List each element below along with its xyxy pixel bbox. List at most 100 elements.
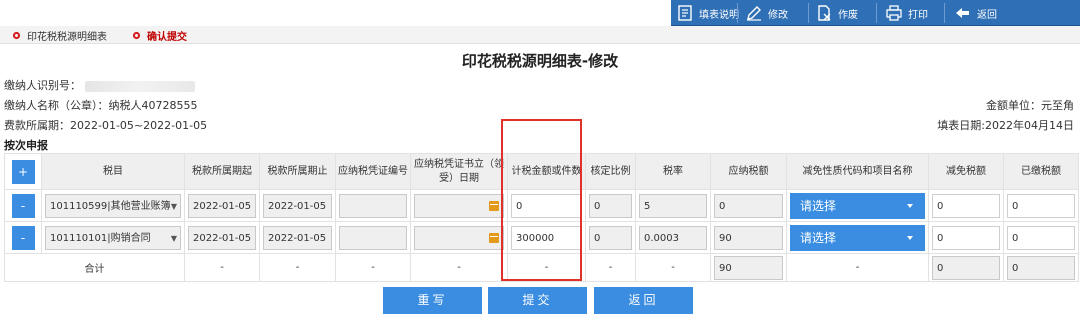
- instructions-button[interactable]: 填表说明: [676, 0, 739, 26]
- column-header: 应纳税凭证编号: [335, 153, 411, 190]
- caret-down-icon: [907, 203, 913, 208]
- void-button[interactable]: 作废: [815, 0, 858, 26]
- total-dash: -: [410, 253, 508, 282]
- start-cell: 2022-01-05: [184, 221, 260, 254]
- section-label: 按次申报: [4, 139, 48, 152]
- tax-period-label: 费款所属期：: [4, 119, 70, 132]
- issue-date-field[interactable]: [414, 193, 504, 218]
- fill-date: 填表日期:2022年04月14日: [937, 119, 1074, 132]
- back-label: 返回: [977, 9, 997, 21]
- highlight-box: [501, 119, 582, 281]
- return-button[interactable]: 返回: [594, 287, 693, 314]
- column-header: 税率: [635, 153, 711, 190]
- paid-amount-input[interactable]: 0: [1007, 193, 1075, 218]
- relief-cell: 请选择: [786, 221, 929, 254]
- instructions-label: 填表说明: [699, 9, 739, 21]
- voucher-cell: [335, 221, 411, 254]
- printer-icon: [886, 5, 902, 21]
- tab-label: 确认提交: [147, 31, 187, 43]
- tax-item-value: 101110101|购销合同: [50, 232, 151, 244]
- caret-down-icon: [907, 235, 913, 240]
- total-dash: -: [184, 253, 260, 282]
- rate-cell: 0.0003: [635, 221, 711, 254]
- reset-button[interactable]: 重写: [383, 287, 482, 314]
- rate-field: 5: [639, 193, 707, 218]
- tax-item-cell: 101110599|其他营业账簿 ▼: [41, 189, 185, 222]
- column-header: 减免税额: [928, 153, 1004, 190]
- issue-date-field[interactable]: [414, 225, 504, 250]
- total-tax-cell: 90: [710, 253, 787, 282]
- period-end-field: 2022-01-05: [263, 225, 332, 250]
- tax-item-select[interactable]: 101110599|其他营业账簿 ▼: [45, 193, 181, 218]
- voucher-number-field: [339, 225, 407, 250]
- issue-date-cell: [410, 221, 508, 254]
- add-cell: +: [4, 153, 42, 190]
- calendar-icon[interactable]: [489, 232, 499, 243]
- print-button[interactable]: 打印: [885, 0, 928, 26]
- relief-amount-input[interactable]: 0: [932, 193, 1000, 218]
- page-title: 印花税税源明细表-修改: [461, 52, 619, 70]
- column-header: 税款所属期止: [259, 153, 336, 190]
- paid-cell: 0: [1003, 189, 1079, 222]
- redacted-taxpayer-id: [85, 80, 195, 92]
- voucher-number-field: [339, 193, 407, 218]
- toolbar-divider: [944, 3, 945, 23]
- modify-label: 修改: [768, 9, 788, 21]
- pencil-icon: [747, 6, 761, 21]
- back-button[interactable]: 返回: [954, 0, 997, 26]
- paid-amount-input[interactable]: 0: [1007, 225, 1075, 250]
- amount-unit: 金额单位：元至角: [986, 99, 1074, 112]
- total-relief-field: 0: [932, 255, 1000, 280]
- remove-row-button[interactable]: -: [11, 193, 35, 218]
- column-header: 核定比例: [585, 153, 636, 190]
- relief-amount-input[interactable]: 0: [932, 225, 1000, 250]
- relief-code-select[interactable]: 请选择: [790, 192, 925, 219]
- submit-button[interactable]: 提交: [488, 287, 587, 314]
- tax-item-value: 101110599|其他营业账簿: [50, 200, 171, 212]
- total-label: 合计: [4, 253, 185, 282]
- relief-amount-cell: 0: [928, 189, 1004, 222]
- tax-cell: 0: [710, 189, 787, 222]
- chevron-down-icon: ▼: [170, 233, 177, 243]
- modify-button[interactable]: 修改: [745, 0, 788, 26]
- void-document-icon: [818, 5, 831, 21]
- ratio-field: 0: [589, 193, 632, 218]
- back-arrow-icon: [956, 8, 969, 18]
- tax-period-value: 2022-01-05~2022-01-05: [70, 119, 208, 132]
- relief-amount-cell: 0: [928, 221, 1004, 254]
- total-relief-cell: 0: [928, 253, 1004, 282]
- relief-code-select[interactable]: 请选择: [790, 224, 925, 251]
- tab-bar: 印花税税源明细表 确认提交: [0, 26, 1080, 44]
- document-icon: [678, 5, 692, 21]
- tax-item-select[interactable]: 101110101|购销合同 ▼: [45, 225, 181, 250]
- remove-cell: -: [4, 221, 42, 254]
- toolbar: 填表说明 修改 作废 打印 返回: [0, 0, 1080, 26]
- period-start-field: 2022-01-05: [188, 193, 256, 218]
- ratio-cell: 0: [585, 189, 636, 222]
- tab-label: 印花税税源明细表: [27, 31, 107, 43]
- toolbar-divider: [876, 3, 877, 23]
- calendar-icon[interactable]: [489, 200, 499, 211]
- taxpayer-name: 缴纳人名称（公章）：纳税人40728555: [4, 97, 198, 113]
- remove-cell: -: [4, 189, 42, 222]
- issue-date-cell: [410, 189, 508, 222]
- tab-stamp-tax-detail[interactable]: 印花税税源明细表: [12, 26, 107, 44]
- gear-icon: [132, 31, 141, 39]
- total-dash: -: [635, 253, 711, 282]
- add-row-button[interactable]: +: [11, 159, 35, 184]
- period-end-field: 2022-01-05: [263, 193, 332, 218]
- taxpayer-name-label: 缴纳人名称（公章）：: [4, 99, 109, 112]
- total-paid-cell: 0: [1003, 253, 1079, 282]
- paid-cell: 0: [1003, 221, 1079, 254]
- taxpayer-id-label: 缴纳人识别号：: [4, 79, 81, 92]
- tax-period: 费款所属期：2022-01-05~2022-01-05: [4, 117, 207, 133]
- tab-confirm-submit[interactable]: 确认提交: [132, 26, 187, 44]
- remove-row-button[interactable]: -: [11, 225, 35, 250]
- chevron-down-icon: ▼: [170, 201, 177, 211]
- taxpayer-name-value: 纳税人40728555: [108, 99, 198, 112]
- tax-item-cell: 101110101|购销合同 ▼: [41, 221, 185, 254]
- taxpayer-id: 缴纳人识别号：: [4, 77, 195, 93]
- tax-cell: 90: [710, 221, 787, 254]
- ratio-field: 0: [589, 225, 632, 250]
- total-tax-field: 90: [714, 255, 783, 280]
